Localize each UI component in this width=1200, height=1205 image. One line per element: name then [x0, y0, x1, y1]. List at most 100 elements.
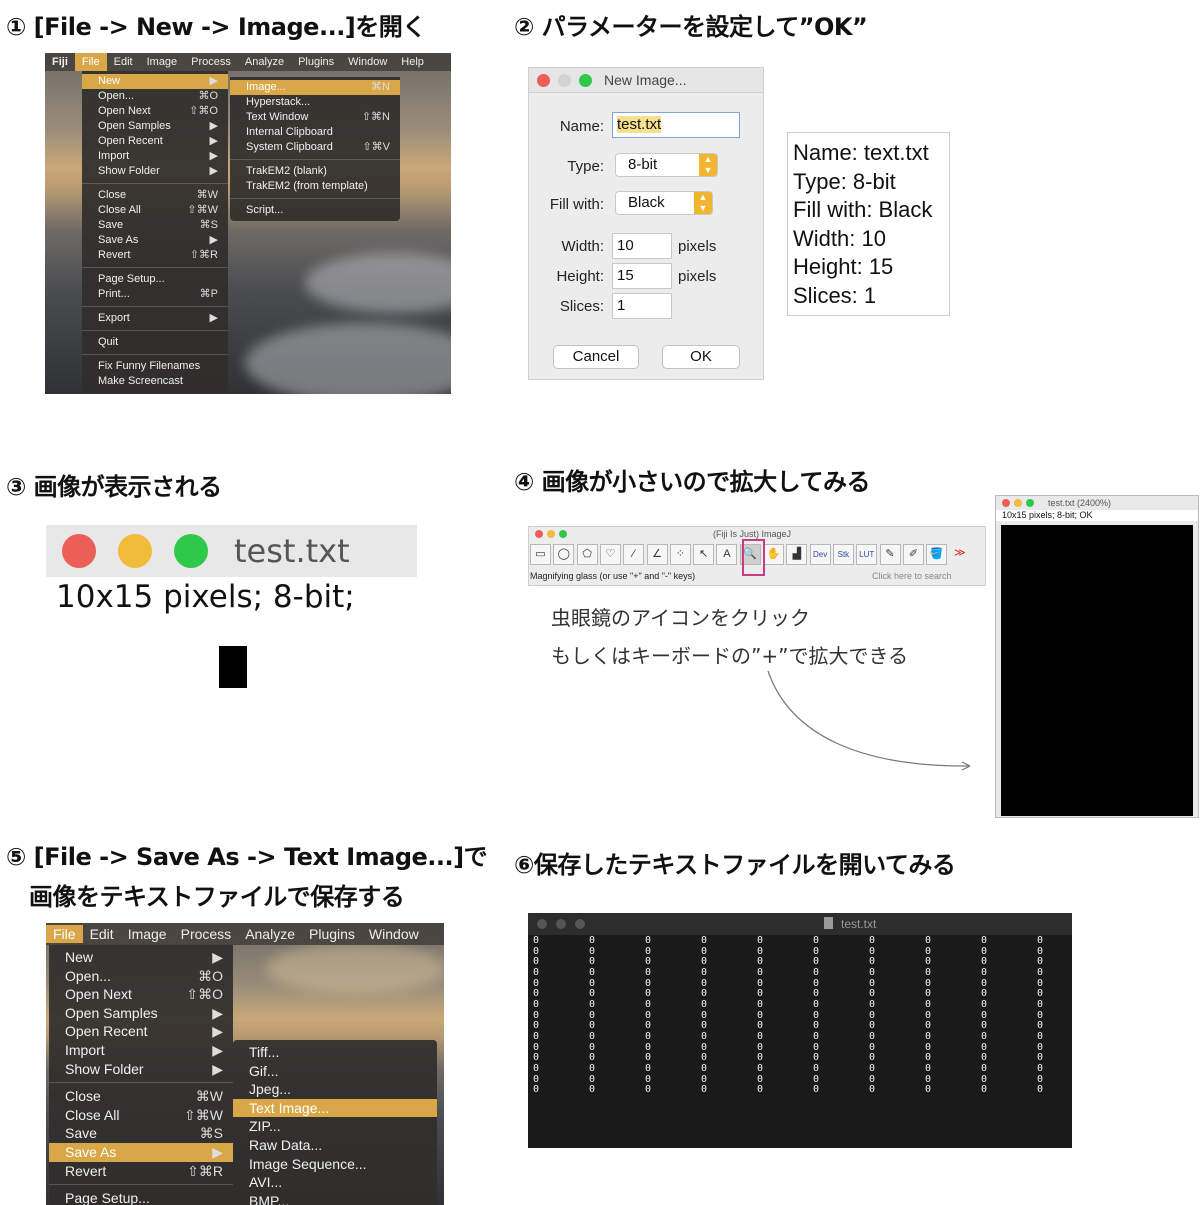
menubar-item-help[interactable]: Help — [394, 53, 431, 71]
menu-item-internal-clipboard[interactable]: Internal Clipboard — [230, 125, 400, 140]
flood-fill-icon[interactable]: 🪣 — [926, 544, 948, 565]
menu-item-raw-data[interactable]: Raw Data... — [233, 1136, 437, 1155]
menu-item-show-folder[interactable]: Show Folder ▶ — [82, 164, 228, 179]
line-tool[interactable]: ∕ — [623, 544, 645, 565]
menubar-item-analyze[interactable]: Analyze — [238, 925, 302, 943]
menu-item-save-as[interactable]: Save As ▶ — [82, 233, 228, 248]
minimize-window-button[interactable] — [556, 919, 566, 929]
minimize-window-button[interactable] — [558, 73, 571, 87]
minimize-window-button[interactable] — [118, 534, 152, 568]
minimize-window-button[interactable] — [1014, 499, 1022, 507]
menu-item-trakem2-blank[interactable]: TrakEM2 (blank) — [230, 164, 400, 179]
menu-item-new[interactable]: New ▶ — [82, 74, 228, 89]
menu-item-image-sequence[interactable]: Image Sequence... — [233, 1155, 437, 1174]
point-tool[interactable]: ⁘ — [669, 544, 691, 565]
menu-item-tiff[interactable]: Tiff... — [233, 1043, 437, 1062]
close-window-button[interactable] — [1002, 499, 1010, 507]
zoom-window-button[interactable] — [579, 73, 592, 87]
menu-item-text-image[interactable]: Text Image... — [233, 1098, 437, 1118]
menu-item-jpeg[interactable]: Jpeg... — [233, 1080, 437, 1099]
menu-item-close-all[interactable]: Close All ⇧⌘W — [49, 1106, 233, 1125]
close-window-button[interactable] — [537, 73, 550, 87]
menu-item-zip[interactable]: ZIP... — [233, 1117, 437, 1136]
menubar-item-process[interactable]: Process — [174, 925, 239, 943]
menubar-item-window[interactable]: Window — [362, 925, 426, 943]
menubar-item-fiji[interactable]: Fiji — [45, 53, 75, 71]
menu-item-avi[interactable]: AVI... — [233, 1173, 437, 1192]
close-window-button[interactable] — [535, 530, 543, 538]
close-window-button[interactable] — [62, 534, 96, 568]
menu-item-open[interactable]: Open... ⌘O — [82, 89, 228, 104]
menu-item-text-window[interactable]: Text Window ⇧⌘N — [230, 110, 400, 125]
menu-item-open[interactable]: Open... ⌘O — [49, 967, 233, 986]
ok-button[interactable]: OK — [662, 345, 740, 369]
slices-field[interactable]: 1 — [612, 293, 672, 319]
menu-item-open-samples[interactable]: Open Samples ▶ — [82, 119, 228, 134]
pencil-icon[interactable]: ✎ — [879, 544, 901, 565]
menu-item-revert[interactable]: Revert ⇧⌘R — [49, 1162, 233, 1181]
more-tools-icon[interactable]: ≫ — [949, 544, 970, 565]
type-select[interactable]: 8-bit ▲ ▼ — [615, 153, 718, 177]
search-field[interactable]: Click here to search — [872, 571, 952, 581]
menubar-item-window[interactable]: Window — [341, 53, 394, 71]
text-tool[interactable]: A — [716, 544, 738, 565]
brush-icon[interactable]: ✐ — [902, 544, 924, 565]
zoomed-image-canvas[interactable] — [1001, 525, 1193, 816]
menu-item-image[interactable]: Image... ⌘N — [230, 80, 400, 95]
menu-item-revert[interactable]: Revert ⇧⌘R — [82, 248, 228, 263]
fill-select[interactable]: Black ▲ ▼ — [615, 191, 713, 215]
menu-item-trakem2-from-template[interactable]: TrakEM2 (from template) — [230, 179, 400, 194]
hand-icon[interactable]: ✋ — [763, 544, 784, 565]
menubar-item-analyze[interactable]: Analyze — [238, 53, 291, 71]
oval-tool[interactable]: ◯ — [553, 544, 575, 565]
polygon-tool[interactable]: ⬠ — [576, 544, 598, 565]
freehand-tool[interactable]: ♡ — [599, 544, 621, 565]
menu-item-script[interactable]: Script... — [230, 203, 400, 218]
menu-item-save-as[interactable]: Save As ▶ — [49, 1142, 233, 1162]
close-window-button[interactable] — [537, 919, 547, 929]
menubar-item-edit[interactable]: Edit — [83, 925, 121, 943]
wand-tool[interactable]: ↖ — [693, 544, 715, 565]
cancel-button[interactable]: Cancel — [553, 345, 639, 369]
lut-tool[interactable]: LUT — [856, 544, 878, 565]
angle-tool[interactable]: ∠ — [646, 544, 668, 565]
menubar-item-image[interactable]: Image — [140, 53, 185, 71]
menubar-item-file[interactable]: File — [46, 925, 83, 943]
menubar-item-edit[interactable]: Edit — [107, 53, 140, 71]
menubar-item-plugins[interactable]: Plugins — [291, 53, 341, 71]
zoom-window-button[interactable] — [575, 919, 585, 929]
menu-item-export[interactable]: Export ▶ — [82, 311, 228, 326]
menu-item-open-next[interactable]: Open Next ⇧⌘O — [82, 104, 228, 119]
menu-item-show-folder[interactable]: Show Folder ▶ — [49, 1060, 233, 1079]
dropper-tool[interactable]: ▟ — [786, 544, 808, 565]
stack-tool[interactable]: Stk — [832, 544, 854, 565]
menu-item-save[interactable]: Save ⌘S — [82, 218, 228, 233]
menu-item-open-recent[interactable]: Open Recent ▶ — [49, 1022, 233, 1041]
menubar-item-plugins[interactable]: Plugins — [302, 925, 362, 943]
name-field[interactable]: test.txt — [612, 112, 740, 138]
menu-item-make-screencast[interactable]: Make Screencast — [82, 374, 228, 389]
menu-item-bmp[interactable]: BMP... — [233, 1192, 437, 1205]
menubar-item-file[interactable]: File — [74, 53, 107, 71]
menu-item-close[interactable]: Close ⌘W — [82, 188, 228, 203]
menu-item-open-samples[interactable]: Open Samples ▶ — [49, 1004, 233, 1023]
menu-item-close-all[interactable]: Close All ⇧⌘W — [82, 203, 228, 218]
menu-item-open-next[interactable]: Open Next ⇧⌘O — [49, 985, 233, 1004]
menu-item-close[interactable]: Close ⌘W — [49, 1087, 233, 1106]
menu-item-save[interactable]: Save ⌘S — [49, 1124, 233, 1143]
menu-item-import[interactable]: Import ▶ — [82, 149, 228, 164]
dev-tool[interactable]: Dev — [809, 544, 831, 565]
menu-item-open-recent[interactable]: Open Recent ▶ — [82, 134, 228, 149]
height-field[interactable]: 15 — [612, 263, 672, 289]
menu-item-hyperstack[interactable]: Hyperstack... — [230, 95, 400, 110]
menubar-item-image[interactable]: Image — [121, 925, 174, 943]
width-field[interactable]: 10 — [612, 233, 672, 259]
minimize-window-button[interactable] — [547, 530, 555, 538]
zoom-window-button[interactable] — [174, 534, 208, 568]
menu-item-page-setup[interactable]: Page Setup... — [82, 272, 228, 287]
menubar-item-process[interactable]: Process — [184, 53, 238, 71]
menu-item-system-clipboard[interactable]: System Clipboard ⇧⌘V — [230, 140, 400, 155]
menu-item-import[interactable]: Import ▶ — [49, 1041, 233, 1060]
zoom-window-button[interactable] — [1026, 499, 1034, 507]
menu-item-new[interactable]: New ▶ — [49, 948, 233, 967]
